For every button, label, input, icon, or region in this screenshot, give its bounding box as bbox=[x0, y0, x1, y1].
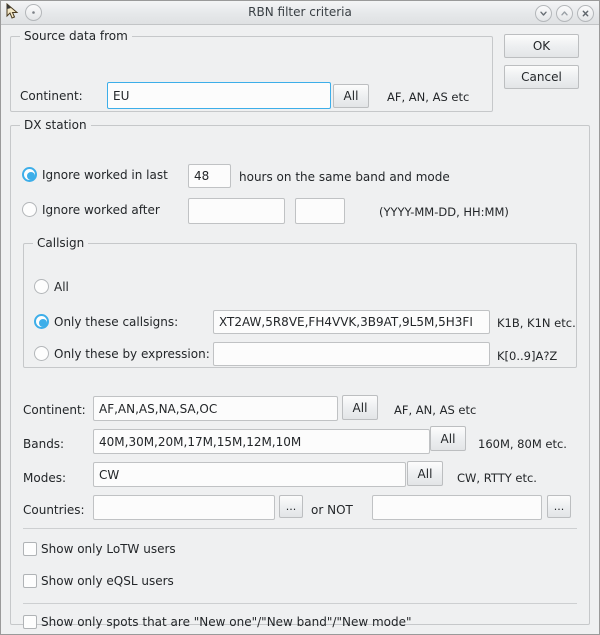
dx-countries-not-input[interactable] bbox=[372, 495, 542, 520]
dx-continent-input[interactable]: AF,AN,AS,NA,SA,OC bbox=[93, 396, 338, 421]
ignore-after-format-hint: (YYYY-MM-DD, HH:MM) bbox=[379, 205, 509, 219]
checkbox-separator bbox=[23, 603, 577, 604]
ignore-worked-after-label: Ignore worked after bbox=[42, 203, 160, 217]
source-continent-all-button[interactable]: All bbox=[333, 84, 369, 108]
source-continent-hint: AF, AN, AS etc bbox=[387, 90, 470, 104]
checkbox-show-only-new-spots-label: Show only spots that are "New one"/"New … bbox=[41, 615, 412, 629]
radio-callsign-all[interactable] bbox=[34, 279, 49, 294]
checkbox-show-only-lotw-users[interactable] bbox=[23, 542, 37, 556]
dx-bands-input[interactable]: 40M,30M,20M,17M,15M,12M,10M bbox=[93, 429, 430, 454]
checkbox-show-only-new-spots[interactable] bbox=[23, 615, 37, 629]
ignore-worked-in-last-label: Ignore worked in last bbox=[42, 168, 168, 182]
title-bar-controls bbox=[535, 5, 594, 22]
dx-modes-input[interactable]: CW bbox=[93, 462, 406, 487]
chevron-down-icon[interactable] bbox=[535, 5, 552, 22]
only-these-callsigns-label: Only these callsigns: bbox=[54, 315, 179, 329]
dx-countries-not-browse-button[interactable]: ... bbox=[547, 495, 571, 518]
chevron-up-icon[interactable] bbox=[556, 5, 573, 22]
dx-bands-all-button[interactable]: All bbox=[430, 426, 466, 451]
callsign-all-label: All bbox=[54, 280, 69, 294]
dx-station-group-title: DX station bbox=[20, 118, 91, 132]
dx-continent-all-button[interactable]: All bbox=[342, 395, 378, 420]
dx-modes-label: Modes: bbox=[23, 471, 66, 485]
dx-continent-label: Continent: bbox=[23, 403, 86, 417]
ignore-after-time-input[interactable] bbox=[295, 198, 345, 224]
radio-ignore-worked-after[interactable] bbox=[22, 202, 37, 217]
dialog-body: OK Cancel Source data from Continent: EU… bbox=[1, 25, 599, 634]
dx-bands-label: Bands: bbox=[23, 437, 65, 451]
window-title: RBN filter criteria bbox=[248, 5, 352, 19]
source-continent-input[interactable]: EU bbox=[107, 82, 331, 109]
only-these-by-expression-label: Only these by expression: bbox=[54, 347, 210, 361]
ok-button[interactable]: OK bbox=[504, 34, 579, 58]
callsign-group-title: Callsign bbox=[33, 236, 89, 250]
radio-only-these-callsigns[interactable] bbox=[34, 314, 49, 329]
cancel-button[interactable]: Cancel bbox=[504, 65, 579, 89]
dx-countries-or-not-label: or NOT bbox=[311, 503, 353, 517]
source-continent-label: Continent: bbox=[20, 89, 83, 103]
only-these-by-expression-input[interactable] bbox=[213, 342, 490, 366]
radio-ignore-worked-in-last[interactable] bbox=[22, 167, 37, 182]
dx-bands-hint: 160M, 80M etc. bbox=[478, 437, 567, 451]
close-icon[interactable] bbox=[577, 5, 594, 22]
dx-continent-hint: AF, AN, AS etc bbox=[394, 403, 477, 417]
only-these-callsigns-hint: K1B, K1N etc. bbox=[497, 316, 576, 330]
only-these-callsigns-input[interactable]: XT2AW,5R8VE,FH4VVK,3B9AT,9L5M,5H3FI bbox=[213, 310, 490, 334]
title-bar[interactable]: RBN filter criteria bbox=[1, 1, 599, 25]
dx-countries-input[interactable] bbox=[93, 495, 275, 520]
rbn-filter-criteria-dialog: RBN filter criteria OK Cancel Source dat… bbox=[0, 0, 600, 635]
ignore-after-date-input[interactable] bbox=[188, 198, 285, 224]
ignore-hours-suffix-label: hours on the same band and mode bbox=[239, 170, 450, 184]
ignore-hours-input[interactable]: 48 bbox=[188, 164, 231, 188]
dx-modes-hint: CW, RTTY etc. bbox=[457, 471, 537, 485]
dx-countries-label: Countries: bbox=[23, 503, 85, 517]
checkbox-show-only-eqsl-users[interactable] bbox=[23, 574, 37, 588]
dx-countries-browse-button[interactable]: ... bbox=[279, 495, 303, 518]
checkbox-show-only-eqsl-users-label: Show only eQSL users bbox=[41, 574, 174, 588]
dx-modes-all-button[interactable]: All bbox=[407, 461, 443, 486]
checkbox-show-only-lotw-users-label: Show only LoTW users bbox=[41, 542, 176, 556]
source-data-group-title: Source data from bbox=[20, 29, 132, 43]
only-these-by-expression-hint: K[0..9]A?Z bbox=[497, 349, 558, 363]
radio-only-these-by-expression[interactable] bbox=[34, 346, 49, 361]
countries-separator bbox=[23, 528, 577, 529]
